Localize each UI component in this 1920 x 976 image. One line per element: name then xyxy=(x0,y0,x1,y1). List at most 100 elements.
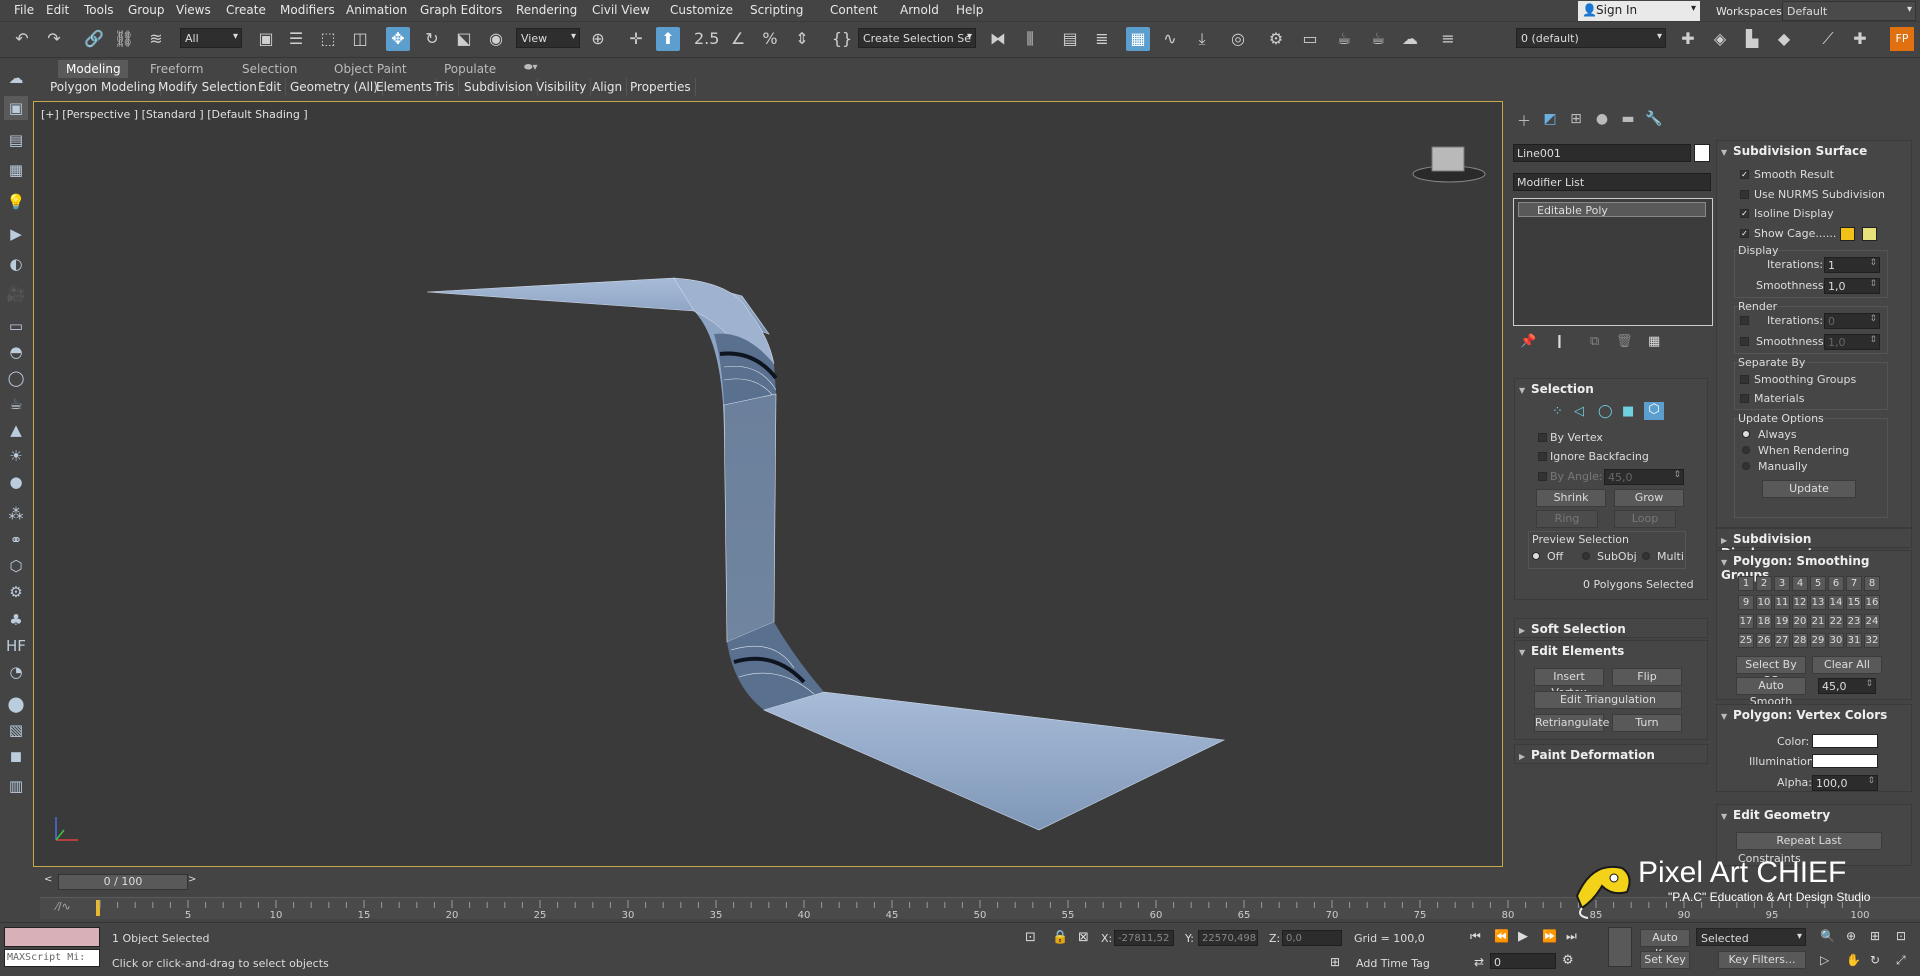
rendered-frame-icon[interactable]: ▭ xyxy=(1298,27,1322,51)
smoothing-group-button[interactable]: 21 xyxy=(1810,614,1826,629)
object-icon[interactable]: ◼ xyxy=(4,744,28,768)
smoothing-group-button[interactable]: 17 xyxy=(1738,614,1754,629)
select-by-name-icon[interactable]: ☰ xyxy=(284,27,308,51)
tab-modeling[interactable]: Modeling xyxy=(58,60,128,78)
sub-polygon-modeling[interactable]: Polygon Modeling xyxy=(46,78,161,96)
sub-modify-selection[interactable]: Modify Selection xyxy=(154,78,262,96)
bind-spacewarp-icon[interactable]: ≋ xyxy=(144,27,168,51)
menu-scripting[interactable]: Scripting xyxy=(750,3,803,17)
menu-modifiers[interactable]: Modifiers xyxy=(280,3,335,17)
smoothing-groups-checkbox[interactable] xyxy=(1740,375,1749,384)
pin-stack-icon[interactable]: 📌 xyxy=(1520,334,1536,349)
keyboard-shortcut-override-icon[interactable]: ⬆ xyxy=(656,27,680,51)
vertex-mode-icon[interactable]: ⁘ xyxy=(1552,404,1563,419)
smoothing-group-button[interactable]: 12 xyxy=(1792,595,1808,610)
materials-checkbox[interactable] xyxy=(1740,394,1749,403)
render-iterations-spinner[interactable]: 0 xyxy=(1824,313,1880,329)
field-of-view-icon[interactable]: ▷ xyxy=(1820,953,1829,967)
smoothing-group-button[interactable]: 8 xyxy=(1864,576,1880,591)
workspaces-dropdown[interactable]: Default xyxy=(1782,1,1916,21)
edge-mode-icon[interactable]: ◁ xyxy=(1574,404,1584,419)
go-to-end-icon[interactable]: ⏭ xyxy=(1566,929,1577,944)
select-object-icon[interactable]: ▣ xyxy=(254,27,278,51)
tab-freeform[interactable]: Freeform xyxy=(142,60,211,78)
molecule-icon[interactable]: ⚭ xyxy=(4,528,28,552)
percent-snap-icon[interactable]: % xyxy=(758,27,782,51)
pan-icon[interactable]: ✋ xyxy=(1846,953,1861,967)
display-tab-icon[interactable]: ▬ xyxy=(1618,111,1638,131)
always-radio[interactable] xyxy=(1742,430,1750,438)
cage-color-swatch-1[interactable] xyxy=(1840,227,1855,241)
smoothing-group-button[interactable]: 2 xyxy=(1756,576,1772,591)
cone-icon[interactable]: ▲ xyxy=(4,418,28,442)
update-button[interactable]: Update xyxy=(1762,480,1856,498)
ignore-backfacing-checkbox[interactable] xyxy=(1538,452,1547,461)
helper-icon[interactable]: ◐ xyxy=(4,252,28,276)
brush-icon[interactable]: ⟋ xyxy=(1816,27,1840,51)
sub-subdivision[interactable]: Subdivision xyxy=(460,78,538,96)
smoothing-group-button[interactable]: 9 xyxy=(1738,595,1754,610)
zoom-icon[interactable]: 🔍 xyxy=(1820,929,1835,943)
selection-rollout-header[interactable]: ▼ Selection xyxy=(1515,379,1707,399)
sub-properties[interactable]: Properties xyxy=(626,78,696,96)
menu-content[interactable]: Content xyxy=(830,3,878,17)
set-key-big-icon[interactable] xyxy=(1608,927,1632,967)
time-config-icon[interactable]: ⚙ xyxy=(1562,953,1574,968)
layer-stack-icon[interactable]: ◈ xyxy=(1708,27,1732,51)
rotate-icon[interactable]: ↻ xyxy=(420,27,444,51)
cage-color-swatch-2[interactable] xyxy=(1862,227,1877,241)
insert-vertex-button[interactable]: Insert Vertex xyxy=(1534,668,1604,699)
smoothing-group-button[interactable]: 15 xyxy=(1846,595,1862,610)
snapshot-icon[interactable]: ◔ xyxy=(4,660,28,684)
sub-edit[interactable]: Edit xyxy=(254,78,287,96)
smoothing-group-button[interactable]: 6 xyxy=(1828,576,1844,591)
vertex-colors-header[interactable]: ▼ Polygon: Vertex Colors xyxy=(1717,705,1911,725)
menu-group[interactable]: Group xyxy=(128,3,165,17)
menu-file[interactable]: File xyxy=(14,3,34,17)
menu-create[interactable]: Create xyxy=(226,3,266,17)
render-iterative-icon[interactable]: ☕ xyxy=(1366,27,1390,51)
redo-icon[interactable]: ↷ xyxy=(42,27,66,51)
tab-object-paint[interactable]: Object Paint xyxy=(326,60,415,78)
smoothing-group-button[interactable]: 4 xyxy=(1792,576,1808,591)
auto-smooth-button[interactable]: Auto Smooth xyxy=(1736,677,1806,708)
layer-dropdown[interactable]: 0 (default) xyxy=(1516,28,1666,48)
placement-icon[interactable]: ◉ xyxy=(484,27,508,51)
manually-radio[interactable] xyxy=(1742,462,1750,470)
render-online-icon[interactable]: ☁ xyxy=(1398,27,1422,51)
curve-editor-icon[interactable]: ∿ xyxy=(1158,27,1182,51)
toggle-ribbon-icon[interactable]: ▦ xyxy=(1126,27,1150,51)
smoothing-group-button[interactable]: 5 xyxy=(1810,576,1826,591)
particles-icon[interactable]: ⁂ xyxy=(4,502,28,526)
rect-region-icon[interactable]: ⬚ xyxy=(316,27,340,51)
flip-button[interactable]: Flip xyxy=(1612,668,1682,686)
smooth-result-checkbox[interactable]: ✓ xyxy=(1740,170,1749,179)
smoothing-group-button[interactable]: 30 xyxy=(1828,633,1844,648)
absolute-mode-icon[interactable]: ⊠ xyxy=(1078,930,1089,945)
utilities-tab-icon[interactable]: 🔧 xyxy=(1644,111,1664,131)
smoothing-group-button[interactable]: 3 xyxy=(1774,576,1790,591)
smoothing-group-button[interactable]: 13 xyxy=(1810,595,1826,610)
window-crossing-icon[interactable]: ◫ xyxy=(348,27,372,51)
material-ball-icon[interactable]: ⬤ xyxy=(4,692,28,716)
add-icon[interactable]: ✚ xyxy=(1848,27,1872,51)
layer-select-icon[interactable]: ▙ xyxy=(1740,27,1764,51)
smoothing-group-button[interactable]: 20 xyxy=(1792,614,1808,629)
layer-manager-icon[interactable]: ◆ xyxy=(1772,27,1796,51)
smoothing-group-button[interactable]: 25 xyxy=(1738,633,1754,648)
zoom-all-icon[interactable]: ⊕ xyxy=(1846,929,1856,943)
show-cage-checkbox[interactable]: ✓ xyxy=(1740,229,1749,238)
mirror-icon[interactable]: ⧓ xyxy=(986,27,1010,51)
z-coordinate-field[interactable]: 0,0 xyxy=(1282,930,1342,946)
fp-plugin-icon[interactable]: FP xyxy=(1890,27,1914,51)
graph-icon[interactable]: ▦ xyxy=(4,158,28,182)
sub-geometry-all[interactable]: Geometry (All) xyxy=(286,78,383,96)
layer-explorer-icon[interactable]: ≣ xyxy=(1090,27,1114,51)
display-iterations-spinner[interactable]: 1 xyxy=(1824,257,1880,273)
plane-icon[interactable]: ▭ xyxy=(4,314,28,338)
select-manipulate-icon[interactable]: ✛ xyxy=(624,27,648,51)
camera-icon[interactable]: ▶ xyxy=(4,222,28,246)
preview-multi-radio[interactable] xyxy=(1642,552,1650,560)
x-coordinate-field[interactable]: -27811,52 xyxy=(1114,930,1174,946)
viewport-icon[interactable]: ▣ xyxy=(4,96,28,120)
